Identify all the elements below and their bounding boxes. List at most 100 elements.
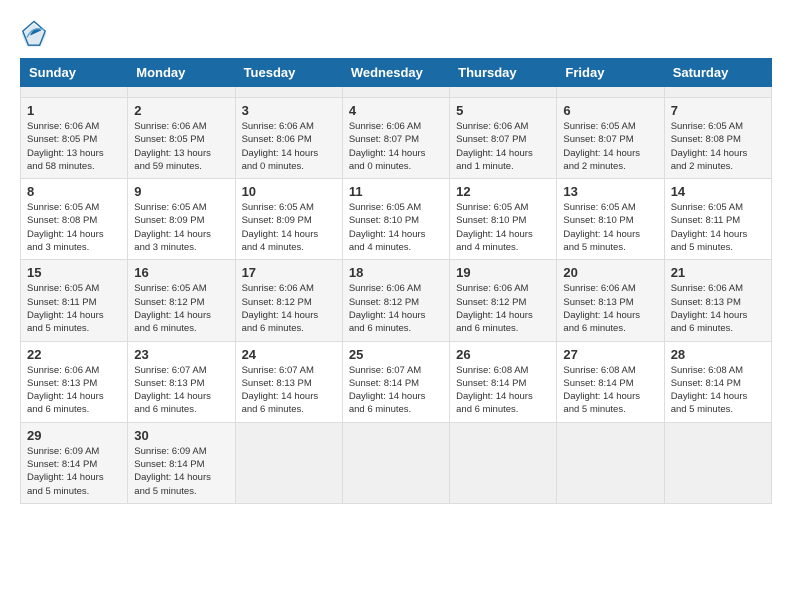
day-info: Sunrise: 6:07 AMSunset: 8:13 PMDaylight:… [134,364,228,417]
calendar-cell: 17 Sunrise: 6:06 AMSunset: 8:12 PMDayligh… [235,260,342,341]
day-info: Sunrise: 6:08 AMSunset: 8:14 PMDaylight:… [456,364,550,417]
calendar-header-sunday: Sunday [21,59,128,87]
logo [20,20,52,48]
day-number: 12 [456,184,550,199]
calendar-header-row: SundayMondayTuesdayWednesdayThursdayFrid… [21,59,772,87]
day-number: 21 [671,265,765,280]
day-number: 24 [242,347,336,362]
calendar-cell: 16Sunrise: 6:05 AMSunset: 8:12 PMDayligh… [128,260,235,341]
calendar-cell [235,422,342,503]
calendar-cell: 11 Sunrise: 6:05 AMSunset: 8:10 PMDayligh… [342,179,449,260]
calendar-cell: 29Sunrise: 6:09 AMSunset: 8:14 PMDayligh… [21,422,128,503]
calendar-cell [128,87,235,98]
day-number: 19 [456,265,550,280]
calendar-cell: 10 Sunrise: 6:05 AMSunset: 8:09 PMDayligh… [235,179,342,260]
calendar-cell [557,422,664,503]
calendar-header-wednesday: Wednesday [342,59,449,87]
calendar-week-row: 22 Sunrise: 6:06 AMSunset: 8:13 PMDayligh… [21,341,772,422]
day-info: Sunrise: 6:05 AMSunset: 8:09 PMDaylight:… [134,201,228,254]
calendar-cell [557,87,664,98]
calendar-cell: 3Sunrise: 6:06 AMSunset: 8:06 PMDaylight… [235,98,342,179]
calendar-cell: 1 Sunrise: 6:06 AMSunset: 8:05 PMDaylight… [21,98,128,179]
day-info: Sunrise: 6:05 AMSunset: 8:07 PMDaylight:… [563,120,657,173]
day-number: 5 [456,103,550,118]
day-info: Sunrise: 6:06 AMSunset: 8:06 PMDaylight:… [242,120,336,173]
day-number: 27 [563,347,657,362]
calendar-cell: 12 Sunrise: 6:05 AMSunset: 8:10 PMDayligh… [450,179,557,260]
day-number: 1 [27,103,121,118]
calendar-header-friday: Friday [557,59,664,87]
calendar-cell: 15 Sunrise: 6:05 AMSunset: 8:11 PMDayligh… [21,260,128,341]
day-number: 17 [242,265,336,280]
day-info: Sunrise: 6:06 AMSunset: 8:13 PMDaylight:… [563,282,657,335]
calendar-cell: 5Sunrise: 6:06 AMSunset: 8:07 PMDaylight… [450,98,557,179]
logo-icon [20,20,48,48]
calendar-cell: 8 Sunrise: 6:05 AMSunset: 8:08 PMDaylight… [21,179,128,260]
day-number: 23 [134,347,228,362]
calendar-week-row: 8 Sunrise: 6:05 AMSunset: 8:08 PMDaylight… [21,179,772,260]
calendar-cell: 9Sunrise: 6:05 AMSunset: 8:09 PMDaylight… [128,179,235,260]
day-number: 28 [671,347,765,362]
calendar-cell: 25Sunrise: 6:07 AMSunset: 8:14 PMDayligh… [342,341,449,422]
day-info: Sunrise: 6:06 AMSunset: 8:12 PMDaylight:… [349,282,443,335]
day-info: Sunrise: 6:05 AMSunset: 8:09 PMDaylight:… [242,201,336,254]
calendar-header-tuesday: Tuesday [235,59,342,87]
day-number: 7 [671,103,765,118]
day-number: 26 [456,347,550,362]
day-info: Sunrise: 6:05 AMSunset: 8:10 PMDaylight:… [349,201,443,254]
day-info: Sunrise: 6:09 AMSunset: 8:14 PMDaylight:… [27,445,121,498]
calendar-cell [342,87,449,98]
day-info: Sunrise: 6:05 AMSunset: 8:10 PMDaylight:… [456,201,550,254]
calendar-cell: 23 Sunrise: 6:07 AMSunset: 8:13 PMDayligh… [128,341,235,422]
day-number: 22 [27,347,121,362]
calendar-cell: 30Sunrise: 6:09 AMSunset: 8:14 PMDayligh… [128,422,235,503]
day-info: Sunrise: 6:08 AMSunset: 8:14 PMDaylight:… [563,364,657,417]
calendar-cell: 14Sunrise: 6:05 AMSunset: 8:11 PMDayligh… [664,179,771,260]
calendar-cell [450,87,557,98]
day-info: Sunrise: 6:06 AMSunset: 8:12 PMDaylight:… [456,282,550,335]
calendar-cell: 20 Sunrise: 6:06 AMSunset: 8:13 PMDayligh… [557,260,664,341]
calendar-cell: 21 Sunrise: 6:06 AMSunset: 8:13 PMDayligh… [664,260,771,341]
day-number: 8 [27,184,121,199]
calendar-week-row: 29Sunrise: 6:09 AMSunset: 8:14 PMDayligh… [21,422,772,503]
calendar-cell: 19 Sunrise: 6:06 AMSunset: 8:12 PMDayligh… [450,260,557,341]
calendar-cell [235,87,342,98]
calendar-week-row: 15 Sunrise: 6:05 AMSunset: 8:11 PMDayligh… [21,260,772,341]
day-number: 15 [27,265,121,280]
day-number: 16 [134,265,228,280]
calendar-cell: 13Sunrise: 6:05 AMSunset: 8:10 PMDayligh… [557,179,664,260]
calendar-week-row: 1 Sunrise: 6:06 AMSunset: 8:05 PMDaylight… [21,98,772,179]
calendar-cell [450,422,557,503]
calendar-cell [342,422,449,503]
calendar-cell: 24Sunrise: 6:07 AMSunset: 8:13 PMDayligh… [235,341,342,422]
day-info: Sunrise: 6:05 AMSunset: 8:11 PMDaylight:… [27,282,121,335]
day-number: 11 [349,184,443,199]
calendar-header-monday: Monday [128,59,235,87]
day-number: 20 [563,265,657,280]
calendar-cell: 22 Sunrise: 6:06 AMSunset: 8:13 PMDayligh… [21,341,128,422]
day-number: 14 [671,184,765,199]
day-info: Sunrise: 6:06 AMSunset: 8:12 PMDaylight:… [242,282,336,335]
calendar-cell: 28 Sunrise: 6:08 AMSunset: 8:14 PMDayligh… [664,341,771,422]
day-info: Sunrise: 6:05 AMSunset: 8:08 PMDaylight:… [27,201,121,254]
calendar-cell: 2Sunrise: 6:06 AMSunset: 8:05 PMDaylight… [128,98,235,179]
day-number: 13 [563,184,657,199]
calendar-week-row [21,87,772,98]
day-info: Sunrise: 6:08 AMSunset: 8:14 PMDaylight:… [671,364,765,417]
day-number: 18 [349,265,443,280]
calendar-cell [21,87,128,98]
calendar-cell: 6 Sunrise: 6:05 AMSunset: 8:07 PMDaylight… [557,98,664,179]
day-number: 4 [349,103,443,118]
calendar-cell: 18 Sunrise: 6:06 AMSunset: 8:12 PMDayligh… [342,260,449,341]
calendar-cell [664,422,771,503]
day-info: Sunrise: 6:06 AMSunset: 8:05 PMDaylight:… [134,120,228,173]
calendar-header-thursday: Thursday [450,59,557,87]
day-info: Sunrise: 6:06 AMSunset: 8:05 PMDaylight:… [27,120,121,173]
day-number: 6 [563,103,657,118]
day-number: 10 [242,184,336,199]
day-info: Sunrise: 6:05 AMSunset: 8:08 PMDaylight:… [671,120,765,173]
day-info: Sunrise: 6:06 AMSunset: 8:13 PMDaylight:… [671,282,765,335]
day-info: Sunrise: 6:06 AMSunset: 8:13 PMDaylight:… [27,364,121,417]
page-header [20,20,772,48]
calendar-cell [664,87,771,98]
